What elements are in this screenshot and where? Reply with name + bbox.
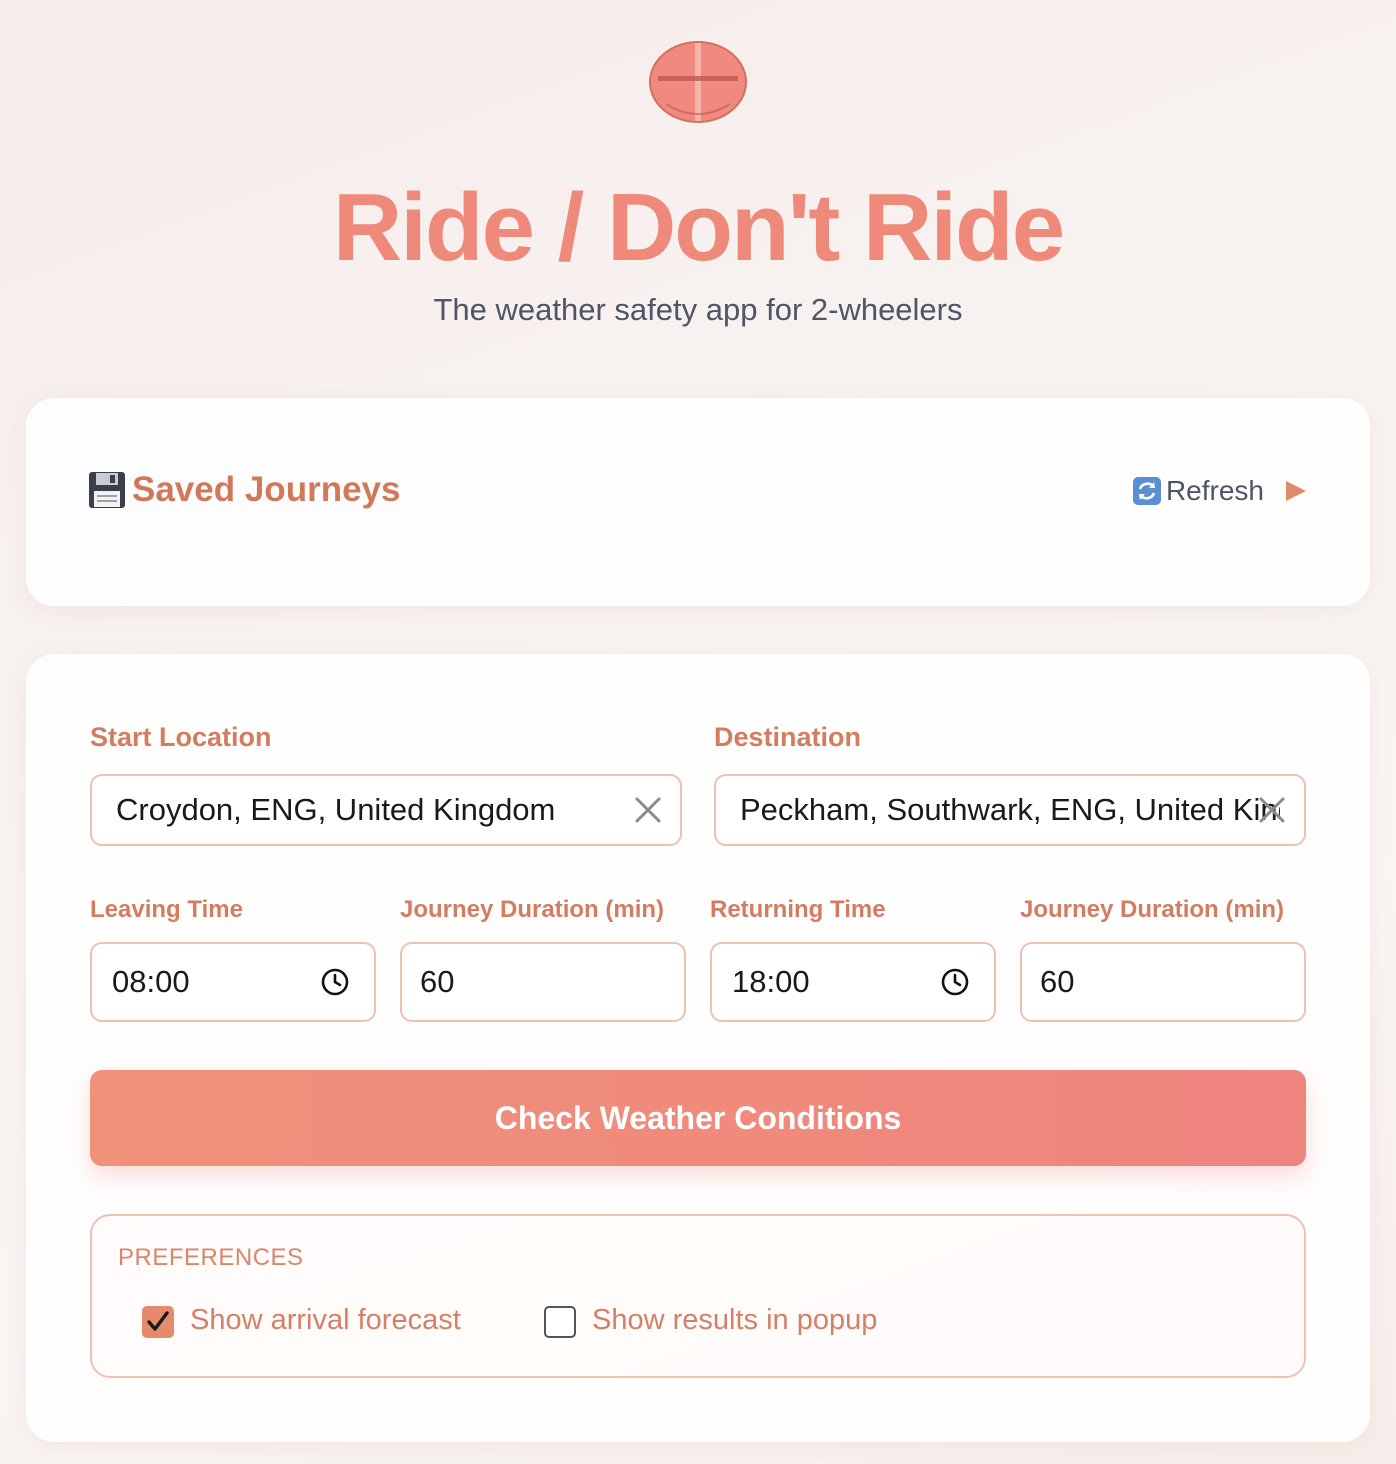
leaving-time-field[interactable] [90, 942, 376, 1022]
clock-icon[interactable] [940, 967, 970, 997]
destination-field[interactable] [714, 774, 1306, 846]
clear-destination-icon[interactable] [1258, 796, 1286, 824]
start-location-input[interactable] [116, 792, 620, 828]
refresh-button[interactable]: Refresh [1132, 470, 1306, 512]
saved-journeys-title: Saved Journeys [132, 470, 401, 509]
leaving-time-label: Leaving Time [90, 896, 243, 923]
leaving-duration-field[interactable] [400, 942, 686, 1022]
preferences-title: PREFERENCES [118, 1244, 304, 1271]
clock-icon[interactable] [320, 967, 350, 997]
show-arrival-forecast-checkbox[interactable] [142, 1306, 174, 1338]
show-results-popup-checkbox[interactable] [544, 1306, 576, 1338]
play-arrow-icon[interactable] [1286, 481, 1306, 501]
clear-start-icon[interactable] [634, 796, 662, 824]
show-arrival-forecast-label[interactable]: Show arrival forecast [190, 1304, 461, 1337]
app-subtitle: The weather safety app for 2-wheelers [433, 292, 963, 327]
destination-label: Destination [714, 722, 862, 752]
saved-journeys-toggle[interactable]: Saved Journeys [88, 466, 400, 514]
preferences-panel: PREFERENCES Show arrival forecast Show r… [90, 1214, 1306, 1378]
start-location-label: Start Location [90, 722, 272, 752]
returning-duration-input[interactable] [1040, 964, 1304, 1000]
returning-time-label: Returning Time [710, 896, 886, 923]
refresh-label: Refresh [1165, 475, 1264, 506]
leaving-duration-label: Journey Duration (min) [400, 896, 665, 923]
checkmark-icon [147, 1311, 169, 1331]
returning-duration-label: Journey Duration (min) [1020, 896, 1285, 923]
show-results-popup-label[interactable]: Show results in popup [592, 1304, 877, 1337]
destination-input[interactable] [740, 792, 1280, 828]
returning-time-field[interactable] [710, 942, 996, 1022]
check-weather-button[interactable]: Check Weather Conditions [90, 1070, 1306, 1166]
returning-duration-field[interactable] [1020, 942, 1306, 1022]
refresh-icon [1132, 477, 1161, 505]
helmet-icon [649, 41, 747, 123]
leaving-duration-input[interactable] [420, 964, 684, 1000]
start-location-field[interactable] [90, 774, 682, 846]
floppy-disk-icon [89, 472, 125, 508]
app-title: Ride / Don't Ride [332, 174, 1065, 281]
